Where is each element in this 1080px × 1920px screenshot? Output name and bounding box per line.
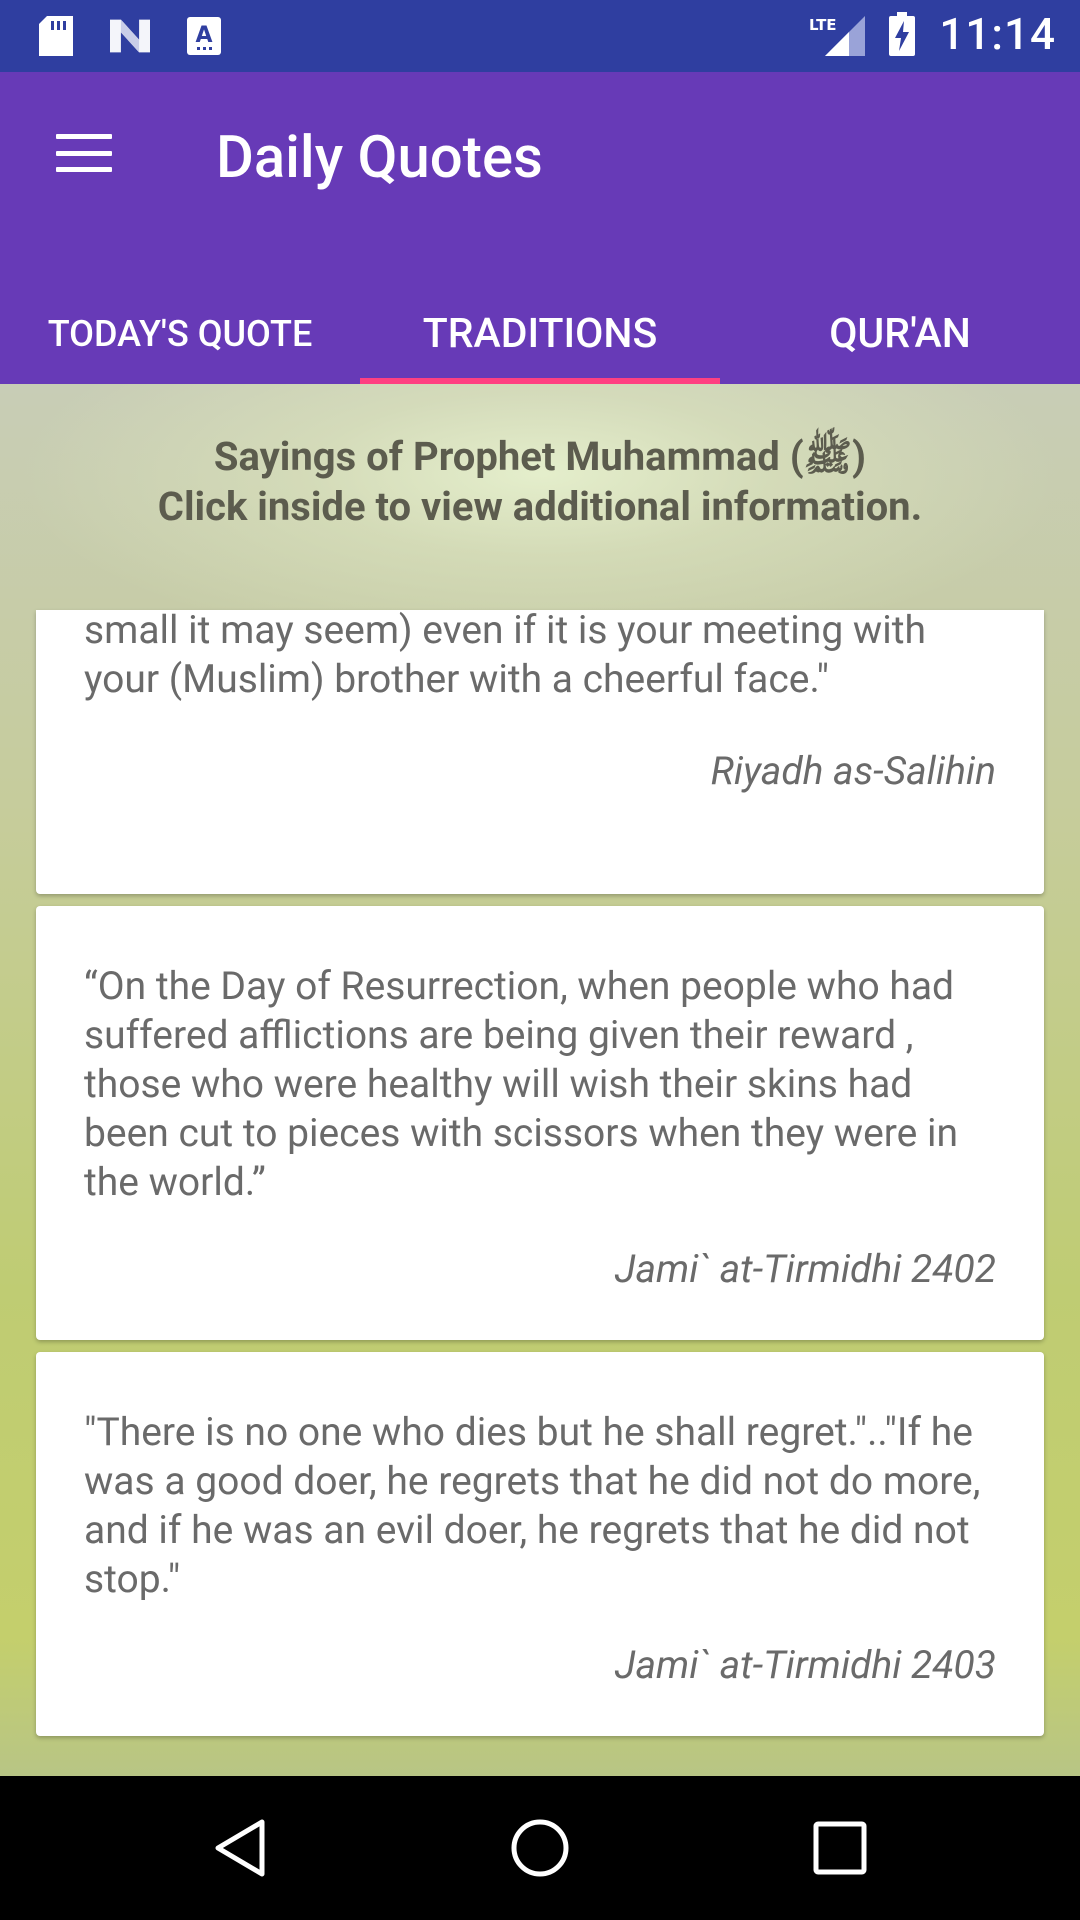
navigation-bar xyxy=(0,1776,1080,1920)
back-icon[interactable] xyxy=(200,1812,280,1884)
network-label: LTE xyxy=(809,16,837,34)
quote-text: small it may seem) even if it is your me… xyxy=(84,607,926,702)
section-header: Sayings of Prophet Muhammad (ﷺ) Click in… xyxy=(0,432,1080,532)
sd-card-icon xyxy=(36,14,76,58)
quote-text: “On the Day of Resurrection, when people… xyxy=(84,963,959,1205)
tab-todays-quote[interactable]: TODAY'S QUOTE xyxy=(0,284,360,384)
clock: 11:14 xyxy=(939,8,1056,60)
n-logo-icon xyxy=(110,14,150,58)
battery-charging-icon xyxy=(887,12,917,56)
quote-source: Jami` at-Tirmidhi 2403 xyxy=(614,1642,996,1688)
status-right-icons: LTE 11:14 xyxy=(809,8,1056,60)
quote-card[interactable]: small it may seem) even if it is your me… xyxy=(36,607,1044,894)
app-title: Daily Quotes xyxy=(216,124,543,192)
quote-text: "There is no one who dies but he shall r… xyxy=(84,1409,981,1602)
header-line-2: Click inside to view additional informat… xyxy=(157,483,923,530)
header-line-1: Sayings of Prophet Muhammad (ﷺ) xyxy=(213,433,867,480)
home-icon[interactable] xyxy=(500,1812,580,1884)
tab-traditions[interactable]: TRADITIONS xyxy=(360,284,720,384)
quote-source: Jami` at-Tirmidhi 2402 xyxy=(614,1246,996,1292)
font-a-icon: A xyxy=(184,14,224,58)
tab-quran[interactable]: QUR'AN xyxy=(720,284,1080,384)
quote-source: Riyadh as-Salihin xyxy=(710,748,996,794)
svg-text:A: A xyxy=(195,23,212,48)
recents-icon[interactable] xyxy=(800,1812,880,1884)
app-bar: Daily Quotes TODAY'S QUOTE TRADITIONS QU… xyxy=(0,72,1080,384)
quote-card[interactable]: "There is no one who dies but he shall r… xyxy=(36,1352,1044,1736)
content-area[interactable]: Sayings of Prophet Muhammad (ﷺ) Click in… xyxy=(0,384,1080,1776)
status-bar: A LTE 11:14 xyxy=(0,0,1080,72)
tab-bar: TODAY'S QUOTE TRADITIONS QUR'AN xyxy=(0,284,1080,384)
lte-signal-icon: LTE xyxy=(809,12,866,56)
quote-card[interactable]: “On the Day of Resurrection, when people… xyxy=(36,906,1044,1340)
hamburger-menu-icon[interactable] xyxy=(52,126,116,180)
status-left-icons: A xyxy=(36,14,224,58)
